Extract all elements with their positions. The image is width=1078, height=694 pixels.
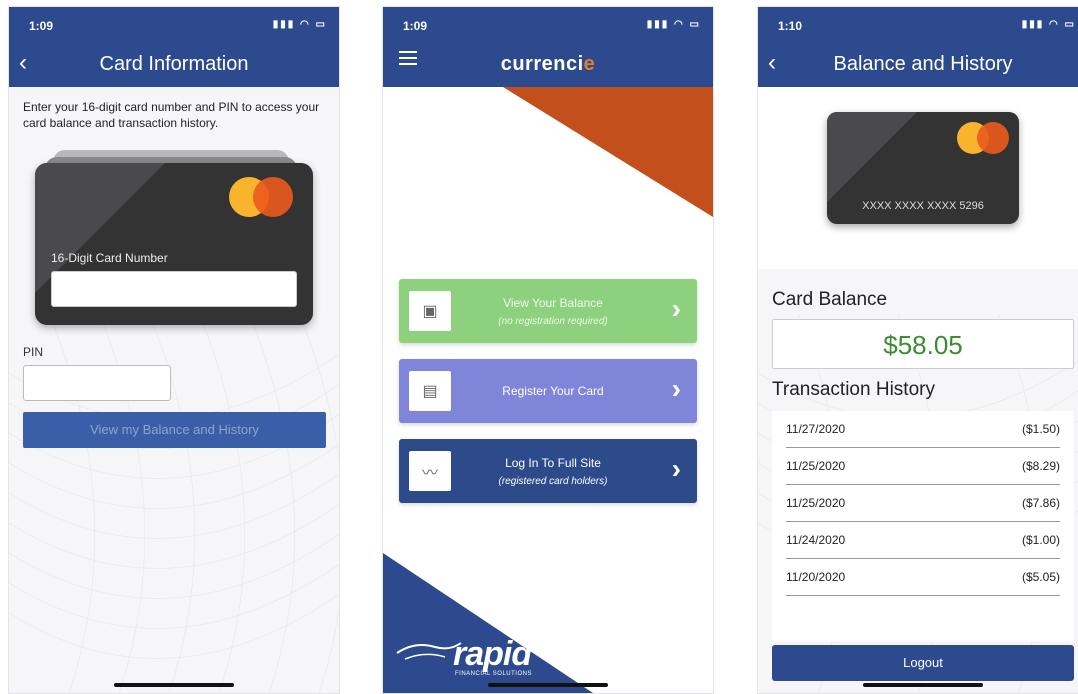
login-full-site-tile[interactable]: 〰 Log In To Full Site (registered card h… — [399, 439, 697, 503]
intro-text: Enter your 16-digit card number and PIN … — [23, 100, 320, 130]
status-bar: 1:09 ▮▮▮ ◠ ▭ — [383, 7, 713, 39]
register-card-tile[interactable]: ▤ Register Your Card › — [399, 359, 697, 423]
orange-accent-triangle — [503, 87, 713, 217]
status-bar: 1:09 ▮▮▮ ◠ ▭ — [9, 7, 339, 39]
chevron-right-icon: › — [671, 293, 681, 324]
mastercard-logo — [957, 122, 1009, 154]
transaction-date: 11/25/2020 — [786, 496, 846, 510]
transaction-amount: ($1.00) — [1021, 533, 1060, 547]
balance-icon: ▣ — [409, 291, 451, 331]
brand-accent: e — [583, 53, 596, 75]
transaction-row: 11/25/2020 ($8.29) — [786, 448, 1060, 485]
status-bar: 1:10 ▮▮▮ ◠ ▭ — [758, 7, 1078, 39]
login-full-site-sub: (registered card holders) — [498, 475, 608, 487]
mastercard-logo — [229, 177, 293, 217]
transaction-date: 11/24/2020 — [786, 533, 846, 547]
transaction-amount: ($7.86) — [1021, 496, 1060, 510]
signal-wifi-battery-icon: ▮▮▮ ◠ ▭ — [1021, 19, 1076, 30]
view-balance-sub: (no registration required) — [498, 315, 608, 327]
card-shade — [827, 112, 917, 202]
card-information-screen: 1:09 ▮▮▮ ◠ ▭ ‹ Card Information Enter yo… — [8, 6, 340, 694]
nav-bar: ‹ Card Information — [9, 39, 339, 87]
status-time: 1:09 — [403, 19, 428, 33]
transaction-amount: ($5.05) — [1021, 570, 1060, 584]
chevron-right-icon: › — [671, 373, 681, 404]
page-title: Balance and History — [833, 53, 1013, 75]
logout-button[interactable]: Logout — [772, 645, 1074, 681]
card-balance-heading: Card Balance — [772, 289, 888, 310]
masked-card-number: XXXX XXXX XXXX 5296 — [862, 200, 984, 212]
pin-label: PIN — [23, 345, 44, 359]
status-time: 1:10 — [778, 19, 803, 33]
logo-word: rapid — [453, 635, 532, 673]
transaction-date: 11/27/2020 — [786, 422, 846, 436]
transaction-history-heading: Transaction History — [772, 379, 935, 400]
rapid-financial-logo: rapid FINANCIAL SOLUTIONS — [395, 625, 565, 685]
card-graphic: XXXX XXXX XXXX 5296 — [827, 112, 1019, 224]
card-number-label: 16-Digit Card Number — [51, 251, 168, 265]
transaction-row: 11/20/2020 ($5.05) — [786, 559, 1060, 596]
brand-name: currenci — [500, 53, 584, 75]
pin-input[interactable] — [23, 365, 171, 401]
transaction-amount: ($8.29) — [1021, 459, 1060, 473]
signal-wifi-battery-icon: ▮▮▮ ◠ ▭ — [646, 19, 701, 30]
register-card-label: Register Your Card — [502, 384, 604, 398]
transaction-date: 11/20/2020 — [786, 570, 846, 584]
login-full-site-label: Log In To Full Site — [505, 455, 601, 470]
chevron-right-icon: › — [671, 453, 681, 484]
transaction-amount: ($1.50) — [1021, 422, 1060, 436]
mastercard-red-circle — [977, 122, 1009, 154]
home-indicator — [114, 683, 234, 687]
transaction-list: 11/27/2020 ($1.50) 11/25/2020 ($8.29) 11… — [772, 411, 1074, 641]
mastercard-red-circle — [253, 177, 293, 217]
balance-value: $58.05 — [772, 319, 1074, 369]
nav-bar: currencie — [383, 39, 713, 87]
transaction-row: 11/27/2020 ($1.50) — [786, 411, 1060, 448]
view-balance-tile[interactable]: ▣ View Your Balance (no registration req… — [399, 279, 697, 343]
view-balance-history-button[interactable]: View my Balance and History — [23, 412, 326, 448]
home-menu-screen: 1:09 ▮▮▮ ◠ ▭ currencie ▣ View Your Balan… — [382, 6, 714, 694]
transaction-date: 11/25/2020 — [786, 459, 846, 473]
cheetah-icon: 〰 — [409, 451, 451, 491]
logo-sub: FINANCIAL SOLUTIONS — [455, 671, 532, 677]
home-indicator — [488, 683, 608, 687]
nav-bar: ‹ Balance and History — [758, 39, 1078, 87]
register-card-icon: ▤ — [409, 371, 451, 411]
status-time: 1:09 — [29, 19, 54, 33]
card-number-input[interactable] — [51, 271, 297, 307]
transaction-row: 11/24/2020 ($1.00) — [786, 522, 1060, 559]
view-balance-label: View Your Balance — [503, 295, 603, 310]
brand-logo: currencie — [383, 53, 713, 76]
card-graphic: 16-Digit Card Number — [35, 163, 313, 325]
home-indicator — [863, 683, 983, 687]
transaction-row: 11/25/2020 ($7.86) — [786, 485, 1060, 522]
signal-wifi-battery-icon: ▮▮▮ ◠ ▭ — [272, 19, 327, 30]
balance-history-screen: 1:10 ▮▮▮ ◠ ▭ ‹ Balance and History XXXX … — [757, 6, 1078, 694]
page-title: Card Information — [99, 53, 249, 75]
